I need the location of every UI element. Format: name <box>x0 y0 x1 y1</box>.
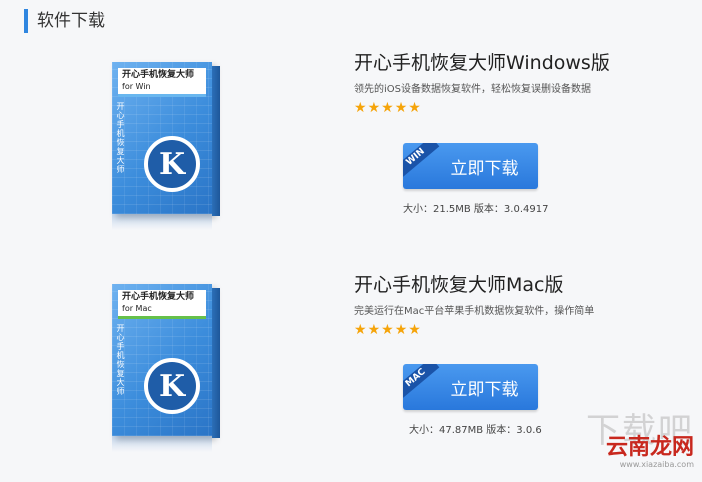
box-label: 开心手机恢复大师 for Win <box>118 68 206 94</box>
star-icon: ★ <box>394 100 408 116</box>
box-title: 开心手机恢复大师 <box>122 70 195 80</box>
box-label: 开心手机恢复大师 for Mac <box>118 290 206 316</box>
box-subtitle: for Mac <box>122 304 152 313</box>
box-subtitle: for Win <box>122 82 151 91</box>
download-button-mac[interactable]: MAC 立即下载 <box>403 364 538 410</box>
file-meta: 大小：47.87MB 版本：3.0.6 <box>409 425 542 436</box>
watermark-brand: 云南龙网 <box>605 435 694 460</box>
product-description: 领先的iOS设备数据恢复软件，轻松恢复误删设备数据 <box>354 84 591 95</box>
star-icon: ★ <box>408 100 421 116</box>
k-logo-icon: K <box>144 136 200 192</box>
section-title: 软件下载 <box>24 9 105 33</box>
download-label: 立即下载 <box>450 158 519 179</box>
box-title: 开心手机恢复大师 <box>122 292 195 302</box>
star-icon: ★ <box>354 322 367 338</box>
product-box-image[interactable]: 开心手机恢复大师 for Mac 开心手机恢复大师 K <box>112 284 220 452</box>
star-icon: ★ <box>381 100 394 116</box>
box-vertical-title: 开心手机恢复大师 <box>116 324 125 396</box>
watermark-url: www.xiazaiba.com <box>619 460 694 469</box>
product-card-windows: 开心手机恢复大师 for Win 开心手机恢复大师 K 开心手机恢复大师Wind… <box>0 40 702 260</box>
download-label: 立即下载 <box>450 379 519 400</box>
watermark: 下载吧 云南龙网 www.xiazaiba.com <box>564 414 694 470</box>
box-reflection <box>112 214 212 230</box>
star-icon: ★ <box>408 322 421 338</box>
star-icon: ★ <box>367 100 381 116</box>
box-side <box>212 288 220 438</box>
box-front: 开心手机恢复大师 for Mac 开心手机恢复大师 K <box>112 284 212 436</box>
product-title[interactable]: 开心手机恢复大师Mac版 <box>354 272 694 298</box>
product-box-image[interactable]: 开心手机恢复大师 for Win 开心手机恢复大师 K <box>112 62 220 230</box>
file-meta: 大小：21.5MB 版本：3.0.4917 <box>403 204 549 215</box>
star-icon: ★ <box>394 322 408 338</box>
rating-stars: ★ ★ ★ ★ ★ <box>354 322 694 338</box>
product-info: 开心手机恢复大师Mac版 完美运行在Mac平台苹果手机数据恢复软件，操作简单 ★… <box>354 272 694 338</box>
product-title[interactable]: 开心手机恢复大师Windows版 <box>354 50 694 76</box>
k-logo-icon: K <box>144 358 200 414</box>
box-stripe <box>118 94 206 97</box>
product-info: 开心手机恢复大师Windows版 领先的iOS设备数据恢复软件，轻松恢复误删设备… <box>354 50 694 116</box>
box-stripe <box>118 316 206 319</box>
product-description: 完美运行在Mac平台苹果手机数据恢复软件，操作简单 <box>354 306 595 317</box>
star-icon: ★ <box>381 322 394 338</box>
box-vertical-title: 开心手机恢复大师 <box>116 102 125 174</box>
rating-stars: ★ ★ ★ ★ ★ <box>354 100 694 116</box>
star-icon: ★ <box>367 322 381 338</box>
box-front: 开心手机恢复大师 for Win 开心手机恢复大师 K <box>112 62 212 214</box>
box-side <box>212 66 220 216</box>
star-icon: ★ <box>354 100 367 116</box>
download-button-windows[interactable]: WIN 立即下载 <box>403 143 538 189</box>
box-reflection <box>112 436 212 452</box>
